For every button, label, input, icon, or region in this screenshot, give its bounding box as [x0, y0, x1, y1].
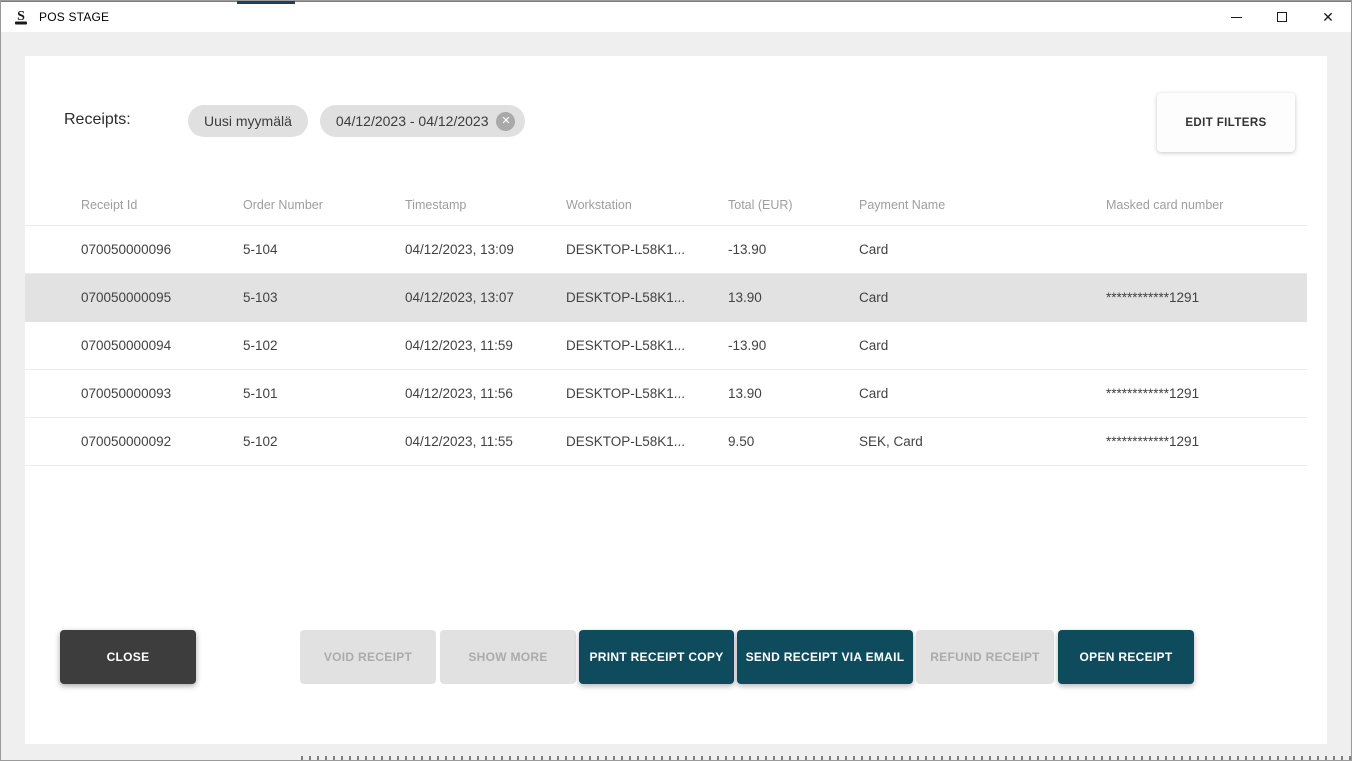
cell-workstation: DESKTOP-L58K1... — [566, 242, 728, 257]
table-row[interactable]: 070050000096 5-104 04/12/2023, 13:09 DES… — [25, 226, 1307, 274]
filter-chips: Uusi myymälä 04/12/2023 - 04/12/2023 ✕ — [188, 105, 525, 137]
table-body: 070050000096 5-104 04/12/2023, 13:09 DES… — [25, 226, 1307, 466]
cell-payment-name: SEK, Card — [859, 434, 1106, 449]
column-header-workstation: Workstation — [566, 198, 728, 212]
table-row[interactable]: 070050000092 5-102 04/12/2023, 11:55 DES… — [25, 418, 1307, 466]
window-controls: ✕ — [1213, 2, 1351, 32]
cell-total: 13.90 — [728, 290, 859, 305]
app-logo-icon: S — [11, 7, 31, 27]
cell-receipt-id: 070050000093 — [81, 386, 243, 401]
edit-filters-button[interactable]: EDIT FILTERS — [1157, 93, 1295, 152]
cell-masked-card: ************1291 — [1106, 290, 1309, 305]
cell-workstation: DESKTOP-L58K1... — [566, 338, 728, 353]
receipts-label: Receipts: — [64, 111, 131, 129]
table-row[interactable]: 070050000093 5-101 04/12/2023, 11:56 DES… — [25, 370, 1307, 418]
receipts-panel: Receipts: Uusi myymälä 04/12/2023 - 04/1… — [25, 56, 1327, 744]
filter-bar: Receipts: Uusi myymälä 04/12/2023 - 04/1… — [64, 93, 1295, 153]
filter-chip-label: 04/12/2023 - 04/12/2023 — [336, 113, 489, 129]
window-title: POS STAGE — [39, 10, 109, 24]
cell-masked-card: ************1291 — [1106, 434, 1309, 449]
cell-total: -13.90 — [728, 242, 859, 257]
cell-timestamp: 04/12/2023, 13:09 — [405, 242, 566, 257]
column-header-payment-name: Payment Name — [859, 198, 1106, 212]
cell-order-number: 5-102 — [243, 434, 405, 449]
background-window-edge — [301, 756, 1351, 760]
cell-total: -13.90 — [728, 338, 859, 353]
cell-timestamp: 04/12/2023, 13:07 — [405, 290, 566, 305]
cell-workstation: DESKTOP-L58K1... — [566, 290, 728, 305]
cell-receipt-id: 070050000096 — [81, 242, 243, 257]
filter-chip-date-range[interactable]: 04/12/2023 - 04/12/2023 ✕ — [320, 105, 526, 137]
cell-payment-name: Card — [859, 386, 1106, 401]
column-header-receipt-id: Receipt Id — [81, 198, 243, 212]
open-receipt-button[interactable]: OPEN RECEIPT — [1058, 630, 1194, 684]
receipts-table: Receipt Id Order Number Timestamp Workst… — [25, 184, 1307, 466]
cell-timestamp: 04/12/2023, 11:55 — [405, 434, 566, 449]
table-header-row: Receipt Id Order Number Timestamp Workst… — [25, 184, 1307, 226]
table-row[interactable]: 070050000095 5-103 04/12/2023, 13:07 DES… — [25, 274, 1307, 322]
void-receipt-button[interactable]: VOID RECEIPT — [300, 630, 436, 684]
cell-order-number: 5-104 — [243, 242, 405, 257]
send-receipt-via-email-button[interactable]: SEND RECEIPT VIA EMAIL — [737, 630, 913, 684]
minimize-icon — [1231, 17, 1242, 18]
cell-receipt-id: 070050000095 — [81, 290, 243, 305]
titlebar: S POS STAGE ✕ — [1, 1, 1351, 32]
cell-workstation: DESKTOP-L58K1... — [566, 434, 728, 449]
cell-order-number: 5-102 — [243, 338, 405, 353]
cell-payment-name: Card — [859, 290, 1106, 305]
action-bar: CLOSE VOID RECEIPT SHOW MORE PRINT RECEI… — [25, 630, 1327, 684]
show-more-button[interactable]: SHOW MORE — [440, 630, 576, 684]
cell-order-number: 5-101 — [243, 386, 405, 401]
column-header-timestamp: Timestamp — [405, 198, 566, 212]
close-icon: ✕ — [1322, 10, 1334, 24]
filter-chip-store[interactable]: Uusi myymälä — [188, 105, 308, 137]
refund-receipt-button[interactable]: REFUND RECEIPT — [916, 630, 1054, 684]
table-row[interactable]: 070050000094 5-102 04/12/2023, 11:59 DES… — [25, 322, 1307, 370]
cell-receipt-id: 070050000092 — [81, 434, 243, 449]
cell-timestamp: 04/12/2023, 11:56 — [405, 386, 566, 401]
filter-chip-label: Uusi myymälä — [204, 113, 292, 129]
column-header-order-number: Order Number — [243, 198, 405, 212]
close-window-button[interactable]: ✕ — [1305, 2, 1351, 32]
cell-receipt-id: 070050000094 — [81, 338, 243, 353]
maximize-icon — [1277, 12, 1287, 22]
cell-order-number: 5-103 — [243, 290, 405, 305]
maximize-button[interactable] — [1259, 2, 1305, 32]
background-window-sliver — [237, 1, 295, 4]
cell-workstation: DESKTOP-L58K1... — [566, 386, 728, 401]
cell-timestamp: 04/12/2023, 11:59 — [405, 338, 566, 353]
column-header-total: Total (EUR) — [728, 198, 859, 212]
minimize-button[interactable] — [1213, 2, 1259, 32]
cell-payment-name: Card — [859, 338, 1106, 353]
close-button[interactable]: CLOSE — [60, 630, 196, 684]
cell-masked-card: ************1291 — [1106, 386, 1309, 401]
column-header-masked-card: Masked card number — [1106, 198, 1309, 212]
cell-total: 9.50 — [728, 434, 859, 449]
print-receipt-copy-button[interactable]: PRINT RECEIPT COPY — [579, 630, 734, 684]
remove-date-filter-icon[interactable]: ✕ — [496, 112, 515, 131]
cell-total: 13.90 — [728, 386, 859, 401]
cell-payment-name: Card — [859, 242, 1106, 257]
